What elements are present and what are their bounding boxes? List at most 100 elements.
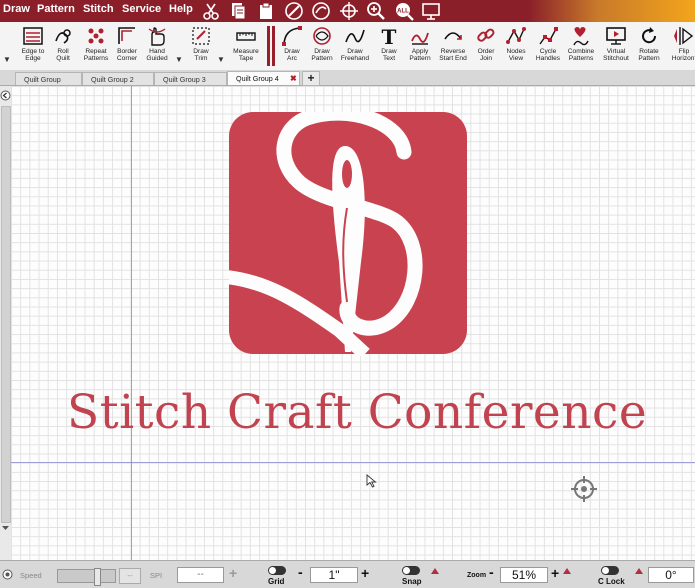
- flip-horizontal-button[interactable]: Flip Horizont: [667, 24, 695, 68]
- toolbar-separator: [267, 26, 270, 66]
- zoom-plus-button[interactable]: +: [551, 565, 559, 581]
- zoom-out-icon[interactable]: ALL: [394, 1, 414, 21]
- crosshair-target-icon[interactable]: [570, 475, 598, 503]
- roll-quilt-icon: [55, 29, 71, 44]
- menu-help[interactable]: Help: [169, 3, 193, 15]
- screen-icon[interactable]: [421, 1, 441, 21]
- draw-trim-icon: [192, 27, 210, 45]
- speed-slider[interactable]: [57, 568, 116, 586]
- zoom-minus-button[interactable]: -: [489, 564, 494, 580]
- reverse-start-end-button[interactable]: Reverse Start End: [436, 24, 470, 68]
- grid-label: Grid: [268, 577, 285, 586]
- stop-icon[interactable]: [2, 569, 13, 580]
- zoom-up-arrow[interactable]: [563, 568, 571, 574]
- collapse-arrow-icon[interactable]: [0, 90, 11, 101]
- measure-tape-button[interactable]: Measure Tape: [229, 24, 263, 68]
- svg-text:ALL: ALL: [397, 9, 409, 15]
- spi-field[interactable]: --: [177, 567, 224, 583]
- snap-up-arrow[interactable]: [431, 568, 439, 574]
- draw-text-icon: T: [382, 25, 397, 47]
- zoom-field[interactable]: 51%: [500, 567, 548, 583]
- speed-reset-button[interactable]: --: [119, 568, 141, 584]
- conference-title-text[interactable]: Stitch Craft Conference: [67, 385, 687, 440]
- angle-field[interactable]: 0°: [648, 567, 694, 583]
- virtual-stitchout-button[interactable]: Virtual Stitchout: [599, 24, 633, 68]
- slash-circle-icon[interactable]: [311, 1, 331, 21]
- apply-pattern-button[interactable]: Apply Pattern: [403, 24, 437, 68]
- grid-minus-button[interactable]: -: [298, 564, 303, 580]
- toolbar-dropdown-arrow[interactable]: ▼: [3, 55, 11, 64]
- tab-quilt-group[interactable]: Quilt Group: [15, 72, 82, 85]
- menu-service[interactable]: Service: [122, 3, 161, 15]
- add-tab-button[interactable]: +: [302, 71, 320, 86]
- edge-to-edge-button[interactable]: Edge to Edge: [16, 24, 50, 68]
- order-join-icon: [477, 28, 495, 42]
- roll-quilt-button[interactable]: Roll Quilt: [46, 24, 80, 68]
- svg-text:T: T: [382, 25, 397, 47]
- scissors-icon[interactable]: [201, 1, 221, 21]
- rotate-pattern-button[interactable]: Rotate Pattern: [632, 24, 666, 68]
- copy-icon[interactable]: [228, 1, 248, 21]
- combine-patterns-button[interactable]: Combine Patterns: [564, 24, 598, 68]
- scroll-down-icon[interactable]: [1, 524, 10, 532]
- border-corner-icon: [118, 27, 135, 44]
- measure-tape-icon: [236, 32, 256, 41]
- flip-horizontal-icon: [674, 27, 694, 45]
- clock-toggle[interactable]: [601, 566, 619, 575]
- draw-pattern-icon: [313, 27, 331, 45]
- grid-plus-button[interactable]: +: [361, 565, 369, 581]
- spi-label: SPI: [150, 571, 163, 580]
- repeat-patterns-button[interactable]: Repeat Patterns: [79, 24, 113, 68]
- speed-label: Speed: [20, 571, 42, 580]
- tab-close-icon[interactable]: ✖: [290, 72, 297, 85]
- tab-bar: Quilt Group Quilt Group 2 Quilt Group 3 …: [0, 70, 695, 86]
- horizontal-guide-line[interactable]: [11, 462, 695, 463]
- zoom-label: Zoom: [467, 572, 487, 579]
- draw-freehand-icon: [345, 29, 365, 43]
- tab-quilt-group-3[interactable]: Quilt Group 3: [154, 72, 227, 85]
- speed-slider-thumb[interactable]: [94, 568, 101, 586]
- reverse-start-end-icon: [444, 32, 462, 40]
- draw-arc-icon: [282, 26, 302, 46]
- grid-size-field[interactable]: 1": [310, 567, 358, 583]
- nodes-view-icon: [506, 27, 526, 44]
- spi-plus-button[interactable]: +: [229, 565, 237, 581]
- order-join-button[interactable]: Order Join: [469, 24, 503, 68]
- snap-toggle[interactable]: [402, 566, 420, 575]
- tab-quilt-group-4[interactable]: Quilt Group 4 ✖: [227, 71, 300, 85]
- guided-dropdown-arrow[interactable]: ▼: [175, 55, 183, 64]
- rotate-pattern-icon: [642, 27, 657, 44]
- zoom-in-icon[interactable]: [366, 1, 386, 21]
- edge-to-edge-icon: [23, 27, 43, 45]
- virtual-stitchout-icon: [606, 27, 626, 45]
- apply-pattern-icon: [411, 32, 429, 45]
- scrollbar-thumb[interactable]: [1, 106, 11, 523]
- vertical-guide-line[interactable]: [131, 86, 132, 560]
- snap-label: Snap: [402, 577, 422, 586]
- hand-guided-button[interactable]: Hand Guided: [140, 24, 174, 68]
- draw-pattern-button[interactable]: Draw Pattern: [305, 24, 339, 68]
- nodes-view-button[interactable]: Nodes View: [499, 24, 533, 68]
- clock-up-arrow[interactable]: [635, 568, 643, 574]
- design-canvas[interactable]: Stitch Craft Conference: [11, 86, 695, 560]
- clock-label: C Lock: [598, 577, 625, 586]
- trim-dropdown-arrow[interactable]: ▼: [217, 55, 225, 64]
- cycle-handles-button[interactable]: Cycle Handles: [531, 24, 565, 68]
- tab-quilt-group-2[interactable]: Quilt Group 2: [82, 72, 154, 85]
- status-bar: Speed -- SPI -- + Grid - 1" + Snap Zoom …: [0, 560, 695, 588]
- draw-trim-button[interactable]: Draw Trim: [184, 24, 218, 68]
- menu-pattern[interactable]: Pattern: [37, 3, 75, 15]
- menu-stitch[interactable]: Stitch: [83, 3, 114, 15]
- grid-toggle[interactable]: [268, 566, 286, 575]
- menu-draw[interactable]: Draw: [3, 3, 30, 15]
- hand-guided-icon: [148, 27, 166, 46]
- toolbar: ▼ Edge to Edge Roll Quilt Repeat Pattern…: [0, 22, 695, 71]
- border-corner-button[interactable]: Border Corner: [110, 24, 144, 68]
- paste-icon[interactable]: [256, 1, 276, 21]
- draw-icon[interactable]: [284, 1, 304, 21]
- crosshair-icon[interactable]: [339, 1, 359, 21]
- draw-arc-button[interactable]: Draw Arc: [275, 24, 309, 68]
- draw-freehand-button[interactable]: Draw Freehand: [338, 24, 372, 68]
- stitch-craft-logo[interactable]: [229, 112, 469, 356]
- draw-text-button[interactable]: T Draw Text: [372, 24, 406, 68]
